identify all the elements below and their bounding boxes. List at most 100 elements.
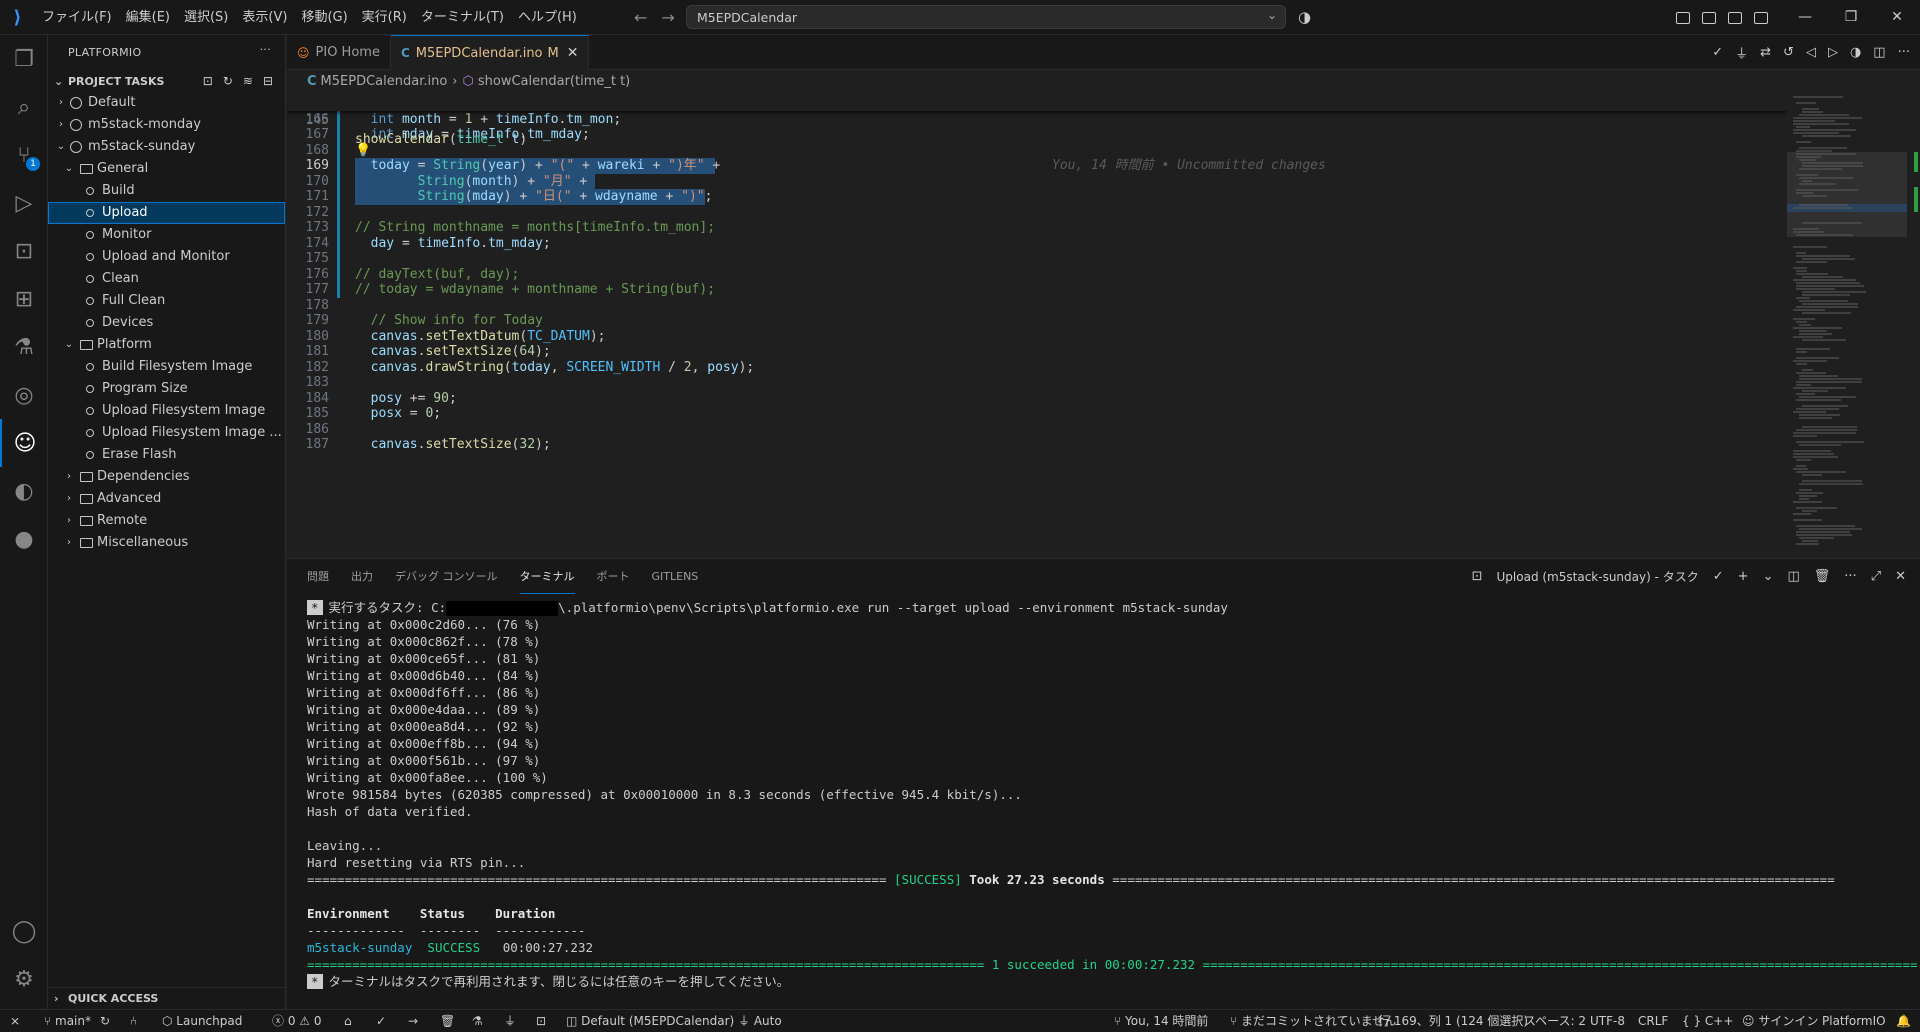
tree-item-m5stack-sunday[interactable]: ⌄ m5stack-sunday <box>48 136 285 158</box>
terminal-task-label[interactable]: Upload (m5stack-sunday) - タスク <box>1497 568 1699 585</box>
next-change-icon[interactable]: ▷ <box>1828 45 1838 60</box>
notifications-bell-icon[interactable]: 🔔 <box>1896 1010 1911 1032</box>
line-ending[interactable]: CRLF <box>1638 1010 1668 1032</box>
tree-item-dependencies[interactable]: › Dependencies <box>48 466 285 488</box>
minimap[interactable] <box>1787 92 1920 558</box>
remote-indicator-icon[interactable]: ⨯ <box>10 1010 20 1032</box>
new-terminal-icon[interactable]: ⊡ <box>203 74 213 88</box>
breadcrumb-symbol[interactable]: showCalendar(time_t t) <box>478 74 630 89</box>
pio-build-icon[interactable]: ✓ <box>376 1010 386 1032</box>
terminal-output[interactable]: * 実行するタスク: C: \.platformio\penv\Scripts\pl… <box>307 599 1918 1007</box>
quick-access-header[interactable]: › QUICK ACCESS <box>48 987 286 1009</box>
pio-port-status[interactable]: ⏚ Auto <box>738 1010 782 1032</box>
account-icon[interactable]: ◯ <box>0 907 48 955</box>
back-arrow-icon[interactable]: ← <box>634 8 647 27</box>
signin-status[interactable]: ☺ サインイン <box>1742 1010 1818 1032</box>
tree-item-clean[interactable]: Clean <box>48 268 285 290</box>
minimize-icon[interactable]: — <box>1782 0 1828 35</box>
pio-home-icon[interactable]: ⌂ <box>344 1010 352 1032</box>
forward-arrow-icon[interactable]: → <box>661 8 674 27</box>
github-icon[interactable]: ● <box>0 515 48 563</box>
new-terminal-plus-icon[interactable]: + <box>1738 569 1749 584</box>
more-actions-icon[interactable]: ··· <box>260 43 271 56</box>
panel-tab[interactable]: ポート <box>597 559 630 594</box>
open-changes-icon[interactable]: ◑ <box>1850 45 1861 60</box>
language-mode[interactable]: { } C++ <box>1682 1010 1733 1032</box>
close-panel-icon[interactable]: ✕ <box>1895 569 1906 584</box>
git-graph-status-icon[interactable]: ⑃ <box>130 1010 137 1032</box>
menu-item[interactable]: 移動(G) <box>294 0 354 35</box>
collapse-all-icon[interactable]: ⊟ <box>263 74 273 88</box>
explorer-icon[interactable]: ❐ <box>0 35 48 83</box>
layers-icon[interactable]: ≋ <box>243 74 253 88</box>
project-tasks-header[interactable]: ⌄ PROJECT TASKS ⊡ ↻ ≋ ⊟ <box>48 70 285 92</box>
revert-icon[interactable]: ↺ <box>1783 45 1794 60</box>
tree-item-build-filesystem-image[interactable]: Build Filesystem Image <box>48 356 285 378</box>
source-control-icon[interactable]: ⑂ 1 <box>0 131 48 179</box>
tab-pio-home[interactable]: ☺ PIO Home <box>287 35 391 70</box>
chat-dropdown-icon[interactable]: ⌄ <box>1267 8 1277 22</box>
tree-item-erase-flash[interactable]: Erase Flash <box>48 444 285 466</box>
menu-item[interactable]: ファイル(F) <box>35 0 119 35</box>
testing-icon[interactable]: ⚗ <box>0 323 48 371</box>
panel-tab[interactable]: デバッグ コンソール <box>395 559 498 594</box>
tree-item-full-clean[interactable]: Full Clean <box>48 290 285 312</box>
split-editor-icon[interactable]: ◫ <box>1873 45 1885 60</box>
tree-item-upload-filesystem-image[interactable]: Upload Filesystem Image <box>48 400 285 422</box>
git-change-gutter[interactable] <box>337 96 340 298</box>
gitlens-icon[interactable]: ◎ <box>0 371 48 419</box>
pio-clean-icon[interactable]: 🗑 <box>440 1010 455 1032</box>
search-icon[interactable]: ⌕ <box>0 83 48 131</box>
menu-item[interactable]: ターミナル(T) <box>414 0 511 35</box>
settings-gear-icon[interactable]: ⚙ <box>0 955 48 1003</box>
more-editor-actions-icon[interactable]: ··· <box>1898 45 1910 60</box>
command-center[interactable]: M5EPDCalendar ⌄ <box>686 5 1286 29</box>
compare-icon[interactable]: ⇄ <box>1760 45 1771 60</box>
blame-status[interactable]: ⑂ You, 14 時間前 <box>1114 1010 1208 1032</box>
toggle-sidebar-icon[interactable] <box>1702 11 1716 24</box>
tree-item-advanced[interactable]: › Advanced <box>48 488 285 510</box>
menu-item[interactable]: 実行(R) <box>355 0 414 35</box>
tree-item-general[interactable]: ⌄ General <box>48 158 285 180</box>
terminal-dropdown-icon[interactable]: ⌄ <box>1763 569 1774 584</box>
pio-monitor-icon[interactable]: ⏚ <box>504 1010 516 1032</box>
launchpad-status[interactable]: ⬡ Launchpad <box>162 1010 242 1032</box>
uncommitted-status[interactable]: ⑂ まだコミットされていません <box>1230 1010 1396 1032</box>
restore-icon[interactable]: ❐ <box>1828 0 1874 35</box>
close-tab-icon[interactable]: ✕ <box>567 45 579 61</box>
customize-layout-icon[interactable] <box>1676 11 1690 24</box>
menu-item[interactable]: 表示(V) <box>235 0 294 35</box>
split-terminal-icon[interactable]: ◫ <box>1787 569 1799 584</box>
sticky-scroll-line[interactable]: 145 showCalendar(time_t t) <box>287 92 1787 147</box>
tree-item-build[interactable]: Build <box>48 180 285 202</box>
panel-tab[interactable]: 出力 <box>351 559 373 594</box>
tab-m5epdcalendar[interactable]: C M5EPDCalendar.ino M ✕ <box>390 35 590 70</box>
close-window-icon[interactable]: ✕ <box>1874 0 1920 35</box>
sync-icon[interactable]: ↻ <box>100 1010 110 1032</box>
kill-terminal-icon[interactable]: 🗑 <box>1814 569 1831 584</box>
tree-item-upload-and-monitor[interactable]: Upload and Monitor <box>48 246 285 268</box>
cursor-position[interactable]: 行 169、列 1 (124 個選択) <box>1378 1010 1528 1032</box>
tree-item-m5stack-monday[interactable]: › m5stack-monday <box>48 114 285 136</box>
run-debug-icon[interactable]: ▷ <box>0 179 48 227</box>
tree-item-upload-filesystem-image[interactable]: Upload Filesystem Image ... <box>48 422 285 444</box>
pio-env-status[interactable]: ◫ Default (M5EPDCalendar) <box>566 1010 734 1032</box>
tree-item-devices[interactable]: Devices <box>48 312 285 334</box>
plug-icon[interactable]: ⏚ <box>1735 43 1748 62</box>
tree-item-monitor[interactable]: Monitor <box>48 224 285 246</box>
extensions-icon[interactable]: ⊞ <box>0 275 48 323</box>
indentation[interactable]: スペース: 2 <box>1524 1010 1586 1032</box>
refresh-icon[interactable]: ↻ <box>223 74 233 88</box>
menu-item[interactable]: 編集(E) <box>119 0 177 35</box>
more-panel-actions-icon[interactable]: ··· <box>1844 569 1856 584</box>
tree-item-upload[interactable]: Upload <box>48 202 285 224</box>
problems-status[interactable]: ⓧ 0 ⚠ 0 <box>272 1010 322 1032</box>
previous-change-icon[interactable]: ◁ <box>1806 45 1816 60</box>
encoding[interactable]: UTF-8 <box>1590 1010 1625 1032</box>
pio-terminal-icon[interactable]: ⊡ <box>536 1010 546 1032</box>
code-editor[interactable]: 145 showCalendar(time_t t) 165 String wa… <box>287 92 1787 558</box>
checkmark-icon[interactable]: ✓ <box>1712 45 1723 60</box>
panel-tab[interactable]: ターミナル <box>519 559 575 594</box>
maximize-panel-icon[interactable]: ⤢ <box>1871 569 1881 584</box>
menu-item[interactable]: ヘルプ(H) <box>511 0 584 35</box>
